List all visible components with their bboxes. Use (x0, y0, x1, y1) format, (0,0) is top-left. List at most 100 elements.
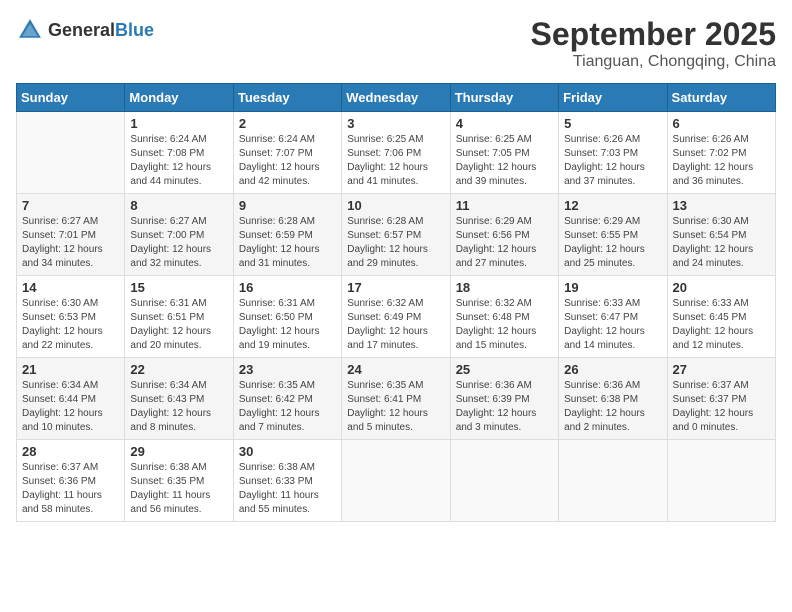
cell-info: Sunrise: 6:37 AMSunset: 6:37 PMDaylight:… (673, 379, 770, 435)
weekday-header: Sunday (17, 84, 125, 112)
day-number: 5 (564, 116, 661, 131)
cell-info: Sunrise: 6:27 AMSunset: 7:01 PMDaylight:… (22, 215, 119, 271)
calendar-header-row: SundayMondayTuesdayWednesdayThursdayFrid… (17, 84, 776, 112)
day-number: 26 (564, 362, 661, 377)
cell-info: Sunrise: 6:27 AMSunset: 7:00 PMDaylight:… (130, 215, 227, 271)
day-number: 8 (130, 198, 227, 213)
calendar-cell: 24Sunrise: 6:35 AMSunset: 6:41 PMDayligh… (342, 358, 450, 440)
cell-info: Sunrise: 6:30 AMSunset: 6:54 PMDaylight:… (673, 215, 770, 271)
logo-blue: Blue (115, 20, 154, 40)
cell-info: Sunrise: 6:32 AMSunset: 6:49 PMDaylight:… (347, 297, 444, 353)
calendar-cell (17, 112, 125, 194)
logo: GeneralBlue (16, 16, 154, 44)
day-number: 14 (22, 280, 119, 295)
cell-info: Sunrise: 6:32 AMSunset: 6:48 PMDaylight:… (456, 297, 553, 353)
weekday-header: Friday (559, 84, 667, 112)
page-header: GeneralBlue September 2025 Tianguan, Cho… (16, 16, 776, 71)
cell-info: Sunrise: 6:36 AMSunset: 6:38 PMDaylight:… (564, 379, 661, 435)
cell-info: Sunrise: 6:34 AMSunset: 6:43 PMDaylight:… (130, 379, 227, 435)
calendar-cell: 18 Sunrise: 6:32 AMSunset: 6:48 PMDayligh… (450, 276, 558, 358)
calendar-cell: 15 Sunrise: 6:31 AMSunset: 6:51 PMDayligh… (125, 276, 233, 358)
calendar-cell: 17 Sunrise: 6:32 AMSunset: 6:49 PMDayligh… (342, 276, 450, 358)
day-number: 27 (673, 362, 770, 377)
calendar-cell: 1Sunrise: 6:24 AMSunset: 7:08 PMDaylight… (125, 112, 233, 194)
calendar-cell: 22Sunrise: 6:34 AMSunset: 6:43 PMDayligh… (125, 358, 233, 440)
weekday-header: Monday (125, 84, 233, 112)
cell-info: Sunrise: 6:35 AMSunset: 6:42 PMDaylight:… (239, 379, 336, 435)
calendar-cell: 30 Sunrise: 6:38 AMSunset: 6:33 PMDayligh… (233, 440, 341, 522)
day-number: 19 (564, 280, 661, 295)
calendar-cell: 8 Sunrise: 6:27 AMSunset: 7:00 PMDaylight… (125, 194, 233, 276)
calendar-cell: 3 Sunrise: 6:25 AMSunset: 7:06 PMDaylight… (342, 112, 450, 194)
calendar-cell: 5 Sunrise: 6:26 AMSunset: 7:03 PMDaylight… (559, 112, 667, 194)
day-number: 15 (130, 280, 227, 295)
calendar-cell (667, 440, 775, 522)
cell-info: Sunrise: 6:33 AMSunset: 6:47 PMDaylight:… (564, 297, 661, 353)
day-number: 12 (564, 198, 661, 213)
day-number: 11 (456, 198, 553, 213)
day-number: 29 (130, 444, 227, 459)
calendar-cell: 27 Sunrise: 6:37 AMSunset: 6:37 PMDayligh… (667, 358, 775, 440)
month-year-title: September 2025 (531, 16, 776, 53)
logo-icon (16, 16, 44, 44)
cell-info: Sunrise: 6:37 AMSunset: 6:36 PMDaylight:… (22, 461, 119, 517)
day-number: 2 (239, 116, 336, 131)
day-number: 20 (673, 280, 770, 295)
day-number: 10 (347, 198, 444, 213)
calendar-cell: 23 Sunrise: 6:35 AMSunset: 6:42 PMDayligh… (233, 358, 341, 440)
cell-info: Sunrise: 6:31 AMSunset: 6:51 PMDaylight:… (130, 297, 227, 353)
calendar-week-row: 14 Sunrise: 6:30 AMSunset: 6:53 PMDayligh… (17, 276, 776, 358)
cell-info: Sunrise: 6:25 AMSunset: 7:05 PMDaylight:… (456, 133, 553, 189)
cell-info: Sunrise: 6:25 AMSunset: 7:06 PMDaylight:… (347, 133, 444, 189)
calendar-cell (559, 440, 667, 522)
calendar-cell: 6 Sunrise: 6:26 AMSunset: 7:02 PMDaylight… (667, 112, 775, 194)
day-number: 4 (456, 116, 553, 131)
day-number: 21 (22, 362, 119, 377)
day-number: 7 (22, 198, 119, 213)
day-number: 6 (673, 116, 770, 131)
calendar-cell (342, 440, 450, 522)
cell-info: Sunrise: 6:31 AMSunset: 6:50 PMDaylight:… (239, 297, 336, 353)
cell-info: Sunrise: 6:26 AMSunset: 7:03 PMDaylight:… (564, 133, 661, 189)
cell-info: Sunrise: 6:34 AMSunset: 6:44 PMDaylight:… (22, 379, 119, 435)
calendar-cell: 26 Sunrise: 6:36 AMSunset: 6:38 PMDayligh… (559, 358, 667, 440)
weekday-header: Saturday (667, 84, 775, 112)
logo-text: GeneralBlue (48, 20, 154, 41)
calendar-cell: 4 Sunrise: 6:25 AMSunset: 7:05 PMDaylight… (450, 112, 558, 194)
calendar-cell: 28 Sunrise: 6:37 AMSunset: 6:36 PMDayligh… (17, 440, 125, 522)
cell-info: Sunrise: 6:33 AMSunset: 6:45 PMDaylight:… (673, 297, 770, 353)
cell-info: Sunrise: 6:24 AMSunset: 7:08 PMDaylight:… (130, 133, 227, 189)
day-number: 28 (22, 444, 119, 459)
calendar-cell: 29 Sunrise: 6:38 AMSunset: 6:35 PMDayligh… (125, 440, 233, 522)
weekday-header: Thursday (450, 84, 558, 112)
day-number: 24 (347, 362, 444, 377)
cell-info: Sunrise: 6:26 AMSunset: 7:02 PMDaylight:… (673, 133, 770, 189)
calendar-cell: 7 Sunrise: 6:27 AMSunset: 7:01 PMDaylight… (17, 194, 125, 276)
cell-info: Sunrise: 6:24 AMSunset: 7:07 PMDaylight:… (239, 133, 336, 189)
weekday-header: Tuesday (233, 84, 341, 112)
calendar-week-row: 21 Sunrise: 6:34 AMSunset: 6:44 PMDayligh… (17, 358, 776, 440)
day-number: 9 (239, 198, 336, 213)
title-block: September 2025 Tianguan, Chongqing, Chin… (531, 16, 776, 71)
day-number: 16 (239, 280, 336, 295)
calendar-week-row: 28 Sunrise: 6:37 AMSunset: 6:36 PMDayligh… (17, 440, 776, 522)
location-subtitle: Tianguan, Chongqing, China (531, 53, 776, 71)
calendar-cell: 2 Sunrise: 6:24 AMSunset: 7:07 PMDaylight… (233, 112, 341, 194)
calendar-cell: 10Sunrise: 6:28 AMSunset: 6:57 PMDayligh… (342, 194, 450, 276)
day-number: 25 (456, 362, 553, 377)
day-number: 18 (456, 280, 553, 295)
calendar-cell: 9 Sunrise: 6:28 AMSunset: 6:59 PMDaylight… (233, 194, 341, 276)
day-number: 17 (347, 280, 444, 295)
day-number: 23 (239, 362, 336, 377)
weekday-header: Wednesday (342, 84, 450, 112)
cell-info: Sunrise: 6:28 AMSunset: 6:59 PMDaylight:… (239, 215, 336, 271)
day-number: 30 (239, 444, 336, 459)
calendar-week-row: 1Sunrise: 6:24 AMSunset: 7:08 PMDaylight… (17, 112, 776, 194)
day-number: 3 (347, 116, 444, 131)
cell-info: Sunrise: 6:30 AMSunset: 6:53 PMDaylight:… (22, 297, 119, 353)
calendar-cell: 25Sunrise: 6:36 AMSunset: 6:39 PMDayligh… (450, 358, 558, 440)
calendar-week-row: 7 Sunrise: 6:27 AMSunset: 7:01 PMDaylight… (17, 194, 776, 276)
calendar-cell: 14 Sunrise: 6:30 AMSunset: 6:53 PMDayligh… (17, 276, 125, 358)
cell-info: Sunrise: 6:38 AMSunset: 6:33 PMDaylight:… (239, 461, 336, 517)
cell-info: Sunrise: 6:38 AMSunset: 6:35 PMDaylight:… (130, 461, 227, 517)
